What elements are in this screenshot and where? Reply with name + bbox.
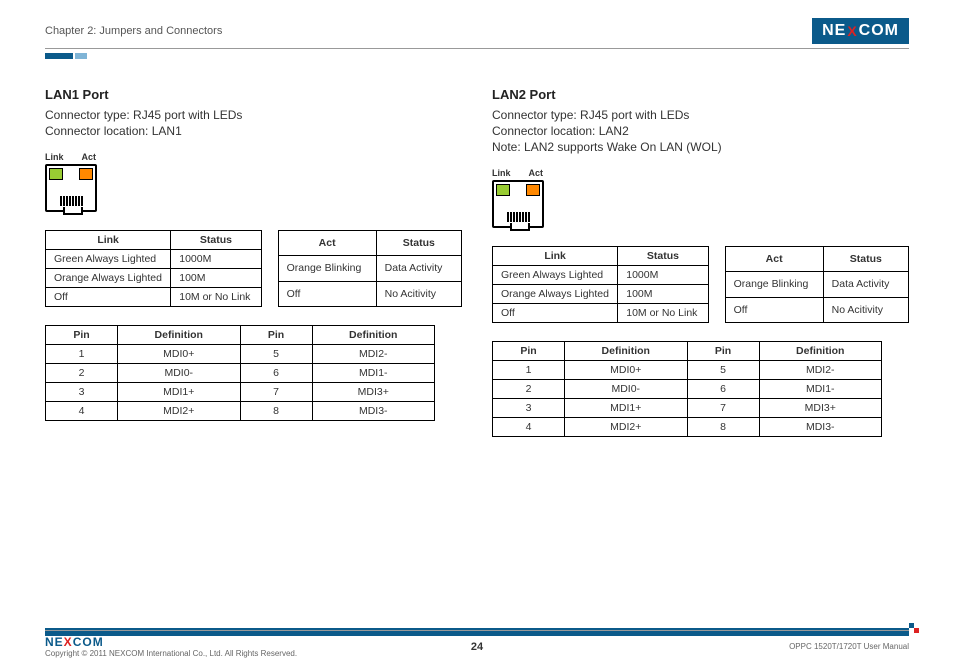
table-row: 3MDI1+7MDI3+: [46, 383, 435, 402]
lan1-act-table: ActStatus Orange BlinkingData Activity O…: [278, 230, 462, 307]
lan2-title: LAN2 Port: [492, 87, 909, 102]
lan1-link-table: LinkStatus Green Always Lighted1000M Ora…: [45, 230, 262, 307]
rj45-icon: [45, 164, 97, 212]
link-led-icon: [49, 168, 63, 180]
table-row: OffNo Acitivity: [725, 297, 908, 322]
lan2-act-table: ActStatus Orange BlinkingData Activity O…: [725, 246, 909, 323]
act-led-icon: [526, 184, 540, 196]
table-row: 2MDI0-6MDI1-: [46, 364, 435, 383]
table-row: 3MDI1+7MDI3+: [493, 399, 882, 418]
table-row: Orange Always Lighted100M: [493, 285, 709, 304]
lan1-pin-table: Pin Definition Pin Definition 1MDI0+5MDI…: [45, 325, 435, 421]
copyright: Copyright © 2011 NEXCOM International Co…: [45, 649, 297, 658]
table-row: 4MDI2+8MDI3-: [493, 418, 882, 437]
lan2-port-labels: Link Act: [492, 168, 909, 178]
nexcom-logo: NEXCOM: [812, 18, 909, 44]
lan1-section: LAN1 Port Connector type: RJ45 port with…: [45, 87, 462, 437]
footer: NEXCOM Copyright © 2011 NEXCOM Internati…: [45, 630, 909, 658]
table-row: 4MDI2+8MDI3-: [46, 402, 435, 421]
lan2-location: Connector location: LAN2: [492, 124, 909, 138]
rj45-icon: [492, 180, 544, 228]
table-row: Orange BlinkingData Activity: [725, 272, 908, 297]
table-row: Green Always Lighted1000M: [46, 250, 262, 269]
lan1-location: Connector location: LAN1: [45, 124, 462, 138]
nexcom-logo-footer: NEXCOM: [45, 635, 297, 649]
lan1-port-labels: Link Act: [45, 152, 462, 162]
page-number: 24: [471, 641, 483, 653]
lan2-note: Note: LAN2 supports Wake On LAN (WOL): [492, 140, 909, 154]
table-row: Off10M or No Link: [46, 288, 262, 307]
lan1-type: Connector type: RJ45 port with LEDs: [45, 108, 462, 122]
table-row: Orange Always Lighted100M: [46, 269, 262, 288]
manual-name: OPPC 1520T/1720T User Manual: [789, 642, 909, 651]
lan2-section: LAN2 Port Connector type: RJ45 port with…: [492, 87, 909, 437]
table-row: 2MDI0-6MDI1-: [493, 380, 882, 399]
chapter-title: Chapter 2: Jumpers and Connectors: [45, 25, 222, 37]
lan1-title: LAN1 Port: [45, 87, 462, 102]
table-row: OffNo Acitivity: [278, 281, 461, 306]
lan2-link-table: LinkStatus Green Always Lighted1000M Ora…: [492, 246, 709, 323]
table-row: Green Always Lighted1000M: [493, 266, 709, 285]
link-led-icon: [496, 184, 510, 196]
table-row: 1MDI0+5MDI2-: [46, 345, 435, 364]
lan2-type: Connector type: RJ45 port with LEDs: [492, 108, 909, 122]
table-row: Off10M or No Link: [493, 304, 709, 323]
table-row: 1MDI0+5MDI2-: [493, 361, 882, 380]
table-row: Orange BlinkingData Activity: [278, 256, 461, 281]
act-led-icon: [79, 168, 93, 180]
accent-bar: [45, 53, 909, 59]
lan2-pin-table: Pin Definition Pin Definition 1MDI0+5MDI…: [492, 341, 882, 437]
